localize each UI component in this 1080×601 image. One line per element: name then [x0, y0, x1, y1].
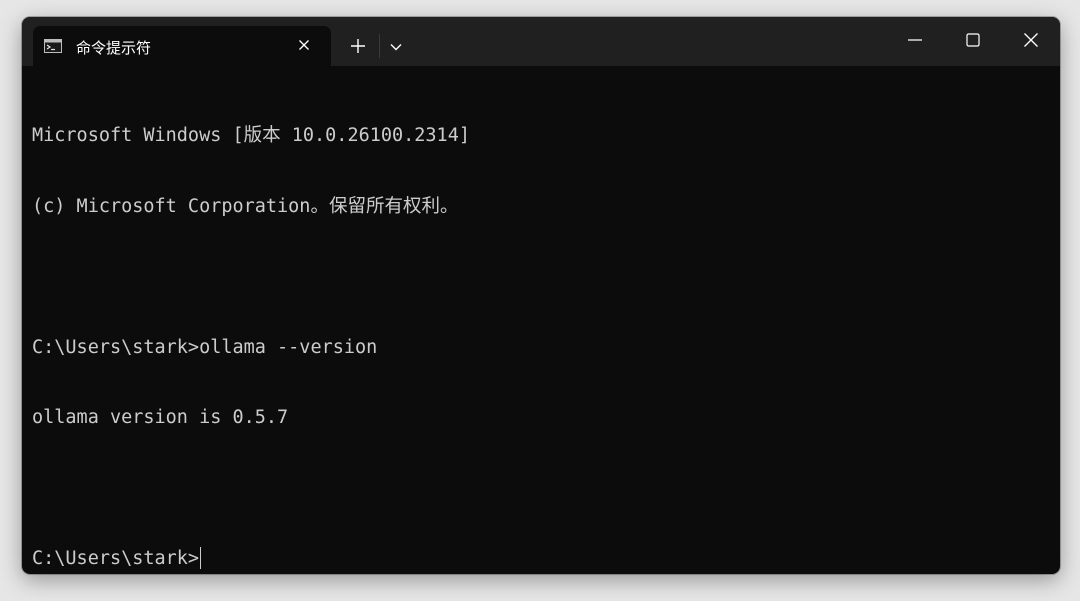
maximize-icon	[966, 33, 980, 47]
console-line: Microsoft Windows [版本 10.0.26100.2314]	[32, 125, 470, 146]
text-cursor	[200, 547, 202, 569]
close-button[interactable]	[1002, 17, 1060, 63]
maximize-button[interactable]	[944, 17, 1002, 63]
minimize-button[interactable]	[886, 17, 944, 63]
chevron-down-icon[interactable]	[385, 36, 407, 58]
minimize-icon	[908, 39, 922, 41]
console-line: C:\Users\stark>ollama --version	[32, 336, 378, 358]
title-bar[interactable]: 命令提示符	[22, 17, 1060, 66]
close-icon	[1024, 33, 1038, 47]
console-prompt: C:\Users\stark>	[32, 548, 200, 569]
terminal-icon	[44, 38, 62, 53]
tab-title: 命令提示符	[76, 39, 152, 57]
terminal-window: 命令提示符 Microsoft Windows [版本 10.0.26100.2…	[22, 17, 1060, 574]
tab-command-prompt[interactable]: 命令提示符	[33, 26, 331, 66]
console-prompt-line[interactable]: C:\Users\stark>	[32, 547, 1052, 571]
console-output[interactable]: Microsoft Windows [版本 10.0.26100.2314] (…	[32, 77, 1052, 569]
console-line: (c) Microsoft Corporation。保留所有权利。	[32, 195, 459, 217]
new-tab-plus-icon[interactable]	[346, 34, 370, 58]
tab-separator	[379, 34, 380, 58]
tab-close-icon[interactable]	[294, 35, 314, 55]
console-line: ollama version is 0.5.7	[32, 407, 289, 428]
